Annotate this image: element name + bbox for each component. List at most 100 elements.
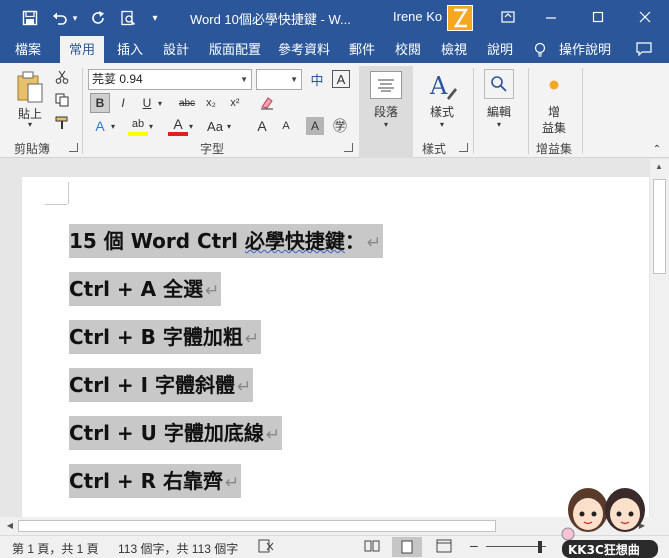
paste-dropdown-icon[interactable]: ▾ bbox=[24, 119, 36, 129]
change-case-dropdown-icon[interactable]: ▾ bbox=[224, 116, 234, 136]
font-name-combo[interactable]: 芫荽 0.94 ▼ bbox=[88, 69, 252, 90]
document-line[interactable]: 15 個 Word Ctrl 必學快捷鍵： ↵ bbox=[69, 224, 384, 258]
save-icon[interactable] bbox=[20, 9, 40, 27]
underline-button[interactable]: U bbox=[138, 93, 156, 113]
tab-view[interactable]: 檢視 bbox=[436, 36, 472, 63]
document-area[interactable]: 15 個 Word Ctrl 必學快捷鍵： ↵ Ctrl + A 全選 ↵ Ctrl… bbox=[0, 159, 669, 517]
character-shading-icon[interactable]: A bbox=[306, 117, 324, 135]
editing-label[interactable]: 編輯 bbox=[479, 103, 519, 119]
cut-icon[interactable] bbox=[54, 69, 70, 85]
styles-icon[interactable]: A bbox=[426, 69, 458, 101]
vertical-scroll-thumb[interactable] bbox=[653, 179, 666, 274]
font-name-value: 芫荽 0.94 bbox=[92, 72, 143, 86]
tab-review[interactable]: 校閱 bbox=[390, 36, 426, 63]
ribbon-display-options-icon[interactable] bbox=[496, 6, 520, 28]
text-effects-icon[interactable]: A bbox=[90, 116, 110, 136]
minimize-icon[interactable] bbox=[539, 6, 563, 28]
svg-text:A: A bbox=[429, 72, 448, 100]
scroll-left-icon[interactable]: ◀ bbox=[4, 520, 16, 532]
tell-me-search[interactable]: 操作說明 bbox=[556, 36, 614, 63]
phonetic-guide-icon[interactable]: 中 bbox=[306, 69, 328, 90]
zoom-slider[interactable] bbox=[486, 546, 546, 547]
vertical-scrollbar[interactable]: ▲ bbox=[650, 159, 669, 517]
undo-dropdown-icon[interactable]: ▾ bbox=[70, 9, 80, 27]
read-mode-icon[interactable] bbox=[364, 539, 380, 556]
page-count[interactable]: 第 1 頁，共 1 頁 bbox=[12, 540, 99, 557]
paragraph-mark-icon: ↵ bbox=[225, 473, 240, 493]
paragraph-mark-icon: ↵ bbox=[205, 281, 220, 301]
line-text: Ctrl + U 字體加底線 bbox=[69, 421, 264, 445]
styles-label[interactable]: 樣式 bbox=[422, 103, 462, 119]
addins-group-label: 增益集 bbox=[536, 142, 573, 156]
tab-insert[interactable]: 插入 bbox=[112, 36, 148, 63]
paragraph-label[interactable]: 段落 bbox=[366, 103, 406, 119]
text-effects-dropdown-icon[interactable]: ▾ bbox=[108, 116, 118, 136]
bold-button[interactable]: B bbox=[90, 93, 110, 113]
editing-dropdown-icon[interactable]: ▾ bbox=[493, 119, 505, 129]
customize-quick-access-icon[interactable]: ▾ bbox=[148, 9, 162, 27]
line-text: Ctrl + B 字體加粗 bbox=[69, 325, 243, 349]
paragraph-dropdown-icon[interactable]: ▾ bbox=[380, 119, 392, 129]
avatar[interactable] bbox=[447, 5, 473, 31]
highlight-dropdown-icon[interactable]: ▾ bbox=[146, 116, 156, 136]
font-color-icon[interactable]: A bbox=[168, 116, 188, 136]
character-border-icon[interactable]: A bbox=[332, 70, 350, 88]
document-line[interactable]: Ctrl + R 右靠齊 ↵ bbox=[69, 464, 242, 498]
paragraph-icon[interactable] bbox=[370, 71, 402, 99]
copy-icon[interactable] bbox=[54, 92, 70, 108]
change-case-icon[interactable]: Aa bbox=[204, 116, 226, 136]
underline-dropdown-icon[interactable]: ▾ bbox=[155, 93, 165, 113]
superscript-button[interactable]: x² bbox=[226, 93, 244, 113]
strikethrough-button[interactable]: abc bbox=[174, 93, 200, 113]
clear-formatting-icon[interactable] bbox=[258, 93, 276, 113]
paste-button[interactable] bbox=[14, 69, 46, 105]
grow-font-icon[interactable]: A bbox=[254, 116, 270, 136]
tab-file[interactable]: 檔案 bbox=[10, 36, 46, 63]
font-launcher-icon[interactable] bbox=[344, 143, 353, 152]
tab-references[interactable]: 參考資料 bbox=[276, 36, 332, 63]
redo-icon[interactable] bbox=[88, 9, 108, 27]
undo-icon[interactable] bbox=[50, 9, 70, 27]
zoom-slider-thumb[interactable] bbox=[538, 541, 542, 553]
addins-label-line2[interactable]: 益集 bbox=[538, 119, 570, 135]
print-layout-icon[interactable] bbox=[392, 537, 422, 557]
zoom-out-icon[interactable]: – bbox=[470, 537, 478, 553]
document-line[interactable]: Ctrl + B 字體加粗 ↵ bbox=[69, 320, 262, 354]
shrink-font-icon[interactable]: A bbox=[278, 116, 294, 136]
document-line[interactable]: Ctrl + I 字體斜體 ↵ bbox=[69, 368, 254, 402]
subscript-button[interactable]: x₂ bbox=[202, 93, 220, 113]
tab-help[interactable]: 說明 bbox=[482, 36, 518, 63]
proofing-icon[interactable] bbox=[258, 539, 274, 556]
user-name[interactable]: Irene Ko bbox=[393, 9, 442, 24]
format-painter-icon[interactable] bbox=[54, 115, 70, 131]
ribbon-home: 貼上 ▾ 剪貼簿 芫荽 0.94 ▼ ▼ 中 A B I U ▾ abc x₂ … bbox=[0, 63, 669, 158]
spelling-flagged-text: 必學快捷鍵 bbox=[244, 229, 345, 253]
scroll-up-icon[interactable]: ▲ bbox=[653, 161, 665, 173]
word-count[interactable]: 113 個字，共 113 個字 bbox=[118, 540, 238, 557]
comments-icon[interactable] bbox=[632, 36, 656, 63]
tab-layout[interactable]: 版面配置 bbox=[206, 36, 264, 63]
web-layout-icon[interactable] bbox=[436, 539, 452, 556]
document-line[interactable]: Ctrl + A 全選 ↵ bbox=[69, 272, 222, 306]
search-icon[interactable] bbox=[484, 69, 514, 99]
horizontal-scroll-thumb[interactable] bbox=[18, 520, 496, 532]
print-preview-icon[interactable] bbox=[118, 9, 138, 27]
lightbulb-icon[interactable] bbox=[530, 36, 550, 63]
styles-launcher-icon[interactable] bbox=[459, 143, 468, 152]
tab-design[interactable]: 設計 bbox=[158, 36, 194, 63]
font-size-combo[interactable]: ▼ bbox=[256, 69, 302, 90]
document-line[interactable]: Ctrl + U 字體加底線 ↵ bbox=[69, 416, 283, 450]
tab-mailings[interactable]: 郵件 bbox=[344, 36, 380, 63]
clipboard-launcher-icon[interactable] bbox=[69, 143, 78, 152]
collapse-ribbon-icon[interactable]: ⌃ bbox=[650, 143, 664, 155]
addins-label-line1[interactable]: 增 bbox=[538, 103, 570, 119]
enclose-characters-icon[interactable]: ㊫ bbox=[330, 117, 350, 135]
close-icon[interactable] bbox=[633, 6, 657, 28]
maximize-icon[interactable] bbox=[586, 6, 610, 28]
italic-button[interactable]: I bbox=[114, 93, 132, 113]
highlight-icon[interactable]: ab bbox=[128, 116, 148, 136]
tab-home[interactable]: 常用 bbox=[60, 36, 104, 63]
font-color-dropdown-icon[interactable]: ▾ bbox=[186, 116, 196, 136]
styles-dropdown-icon[interactable]: ▾ bbox=[436, 119, 448, 129]
addins-icon[interactable] bbox=[546, 77, 562, 93]
